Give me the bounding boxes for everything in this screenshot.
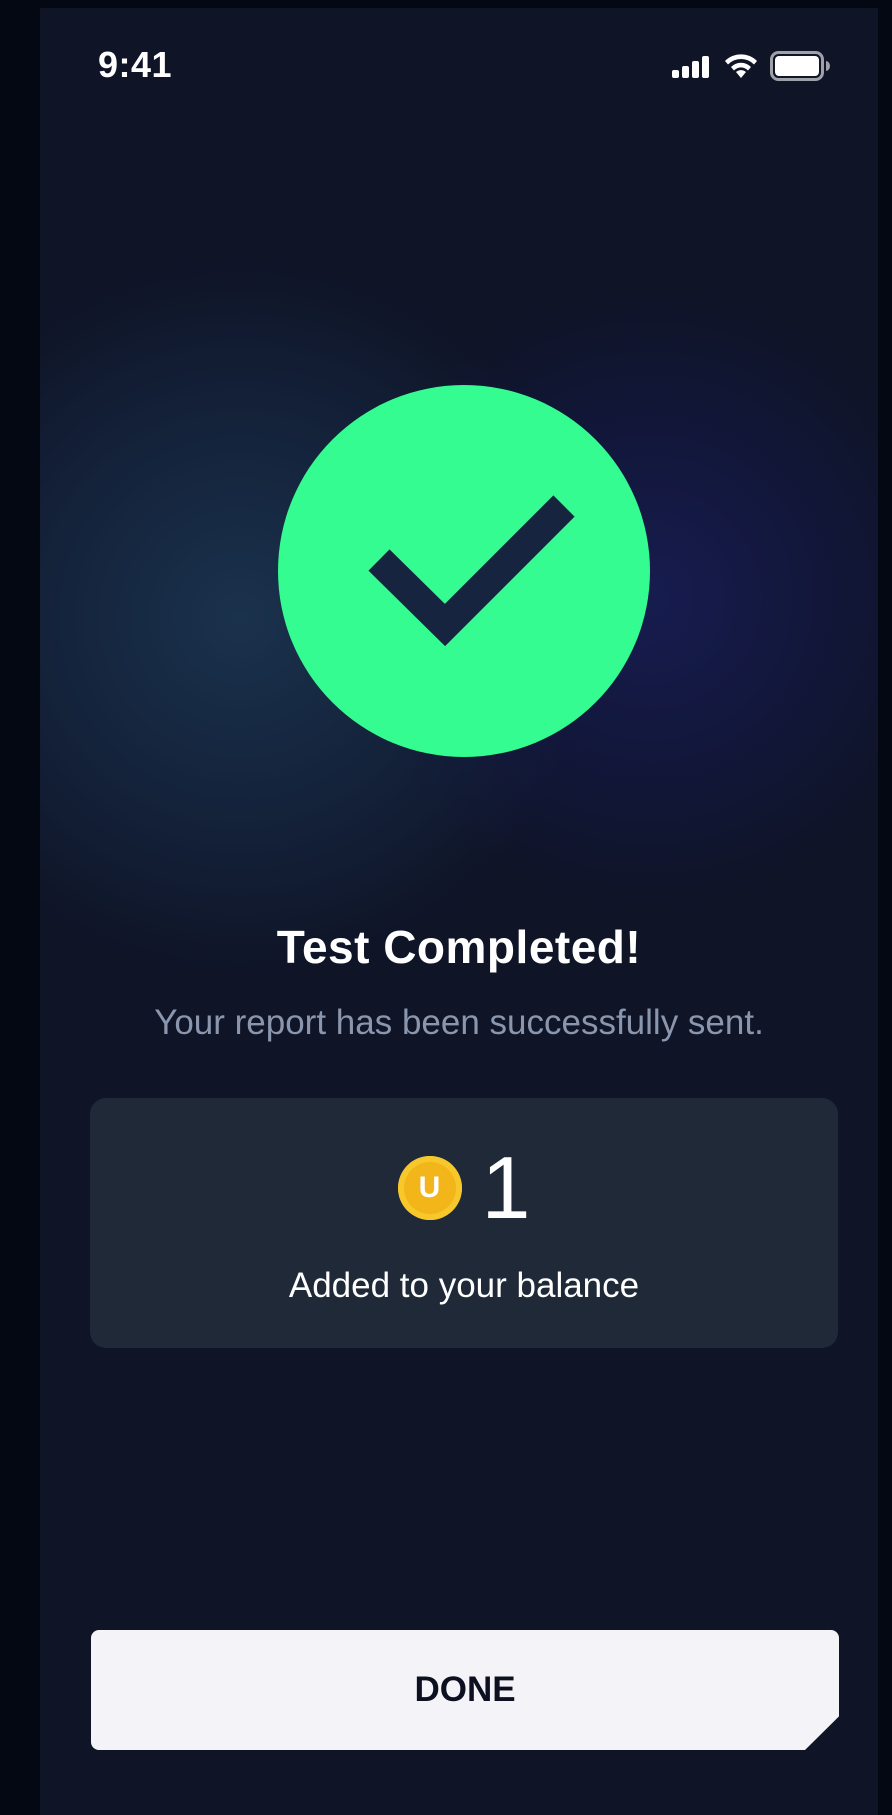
status-icons	[672, 48, 830, 84]
reward-caption: Added to your balance	[288, 1266, 640, 1305]
success-title: Test Completed!	[276, 921, 642, 973]
app-screen: 9:41 Test Completed! Your report has bee…	[40, 8, 878, 1815]
signal-icon	[672, 56, 709, 78]
success-subtitle: Your report has been successfully sent.	[154, 1003, 764, 1042]
done-button[interactable]: DONE	[91, 1630, 839, 1750]
reward-row: U 1	[90, 1138, 838, 1237]
status-bar: 9:41	[40, 8, 878, 118]
coin-icon: U	[397, 1156, 462, 1220]
wifi-icon	[725, 54, 757, 78]
reward-amount: 1	[481, 1138, 531, 1237]
battery-icon	[770, 51, 830, 81]
coin-letter: U	[418, 1171, 441, 1204]
status-time: 9:41	[98, 44, 173, 85]
reward-card: U 1 Added to your balance	[90, 1098, 838, 1348]
success-check-badge	[278, 385, 650, 757]
checkmark-icon	[368, 495, 575, 647]
